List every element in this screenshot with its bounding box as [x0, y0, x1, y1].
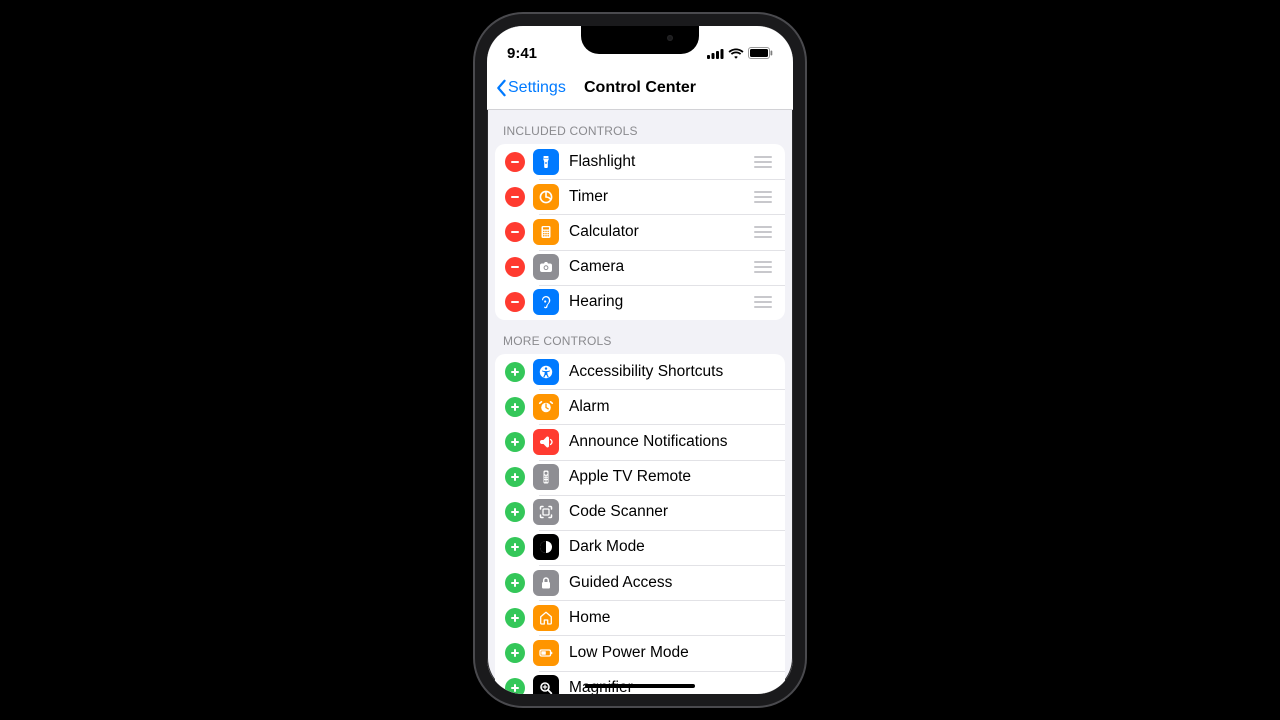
battery-icon [748, 47, 773, 59]
cellular-signal-icon [707, 48, 724, 59]
control-label: Timer [569, 188, 753, 206]
scanner-icon [533, 499, 559, 525]
flashlight-icon [533, 149, 559, 175]
control-row-timer: Timer [495, 179, 785, 214]
drag-handle-icon[interactable] [753, 156, 775, 168]
add-button[interactable] [505, 397, 525, 417]
control-label: Dark Mode [569, 538, 775, 556]
control-row-alarm: Alarm [495, 389, 785, 424]
remove-button[interactable] [505, 222, 525, 242]
control-label: Hearing [569, 293, 753, 311]
control-row-apple-tv-remote: Apple TV Remote [495, 460, 785, 495]
battery-icon [533, 640, 559, 666]
drag-handle-icon[interactable] [753, 226, 775, 238]
control-row-hearing: Hearing [495, 285, 785, 320]
control-row-magnifier: Magnifier [495, 671, 785, 694]
control-row-home: Home [495, 600, 785, 635]
nav-bar: Settings Control Center [487, 66, 793, 110]
ear-icon [533, 289, 559, 315]
control-label: Apple TV Remote [569, 468, 775, 486]
control-row-guided-access: Guided Access [495, 565, 785, 600]
settings-scroll-area[interactable]: INCLUDED CONTROLS Flashlight Timer Calcula… [487, 110, 793, 694]
control-row-dark-mode: Dark Mode [495, 530, 785, 565]
drag-handle-icon[interactable] [753, 261, 775, 273]
remove-button[interactable] [505, 187, 525, 207]
included-controls-group: Flashlight Timer Calculator Camera Hearing [495, 144, 785, 320]
phone-frame: 9:41 Settings Control Center INCLUDED CO… [475, 14, 805, 706]
control-label: Alarm [569, 398, 775, 416]
remote-icon [533, 464, 559, 490]
back-button[interactable]: Settings [495, 79, 566, 97]
control-row-accessibility-shortcuts: Accessibility Shortcuts [495, 354, 785, 389]
add-button[interactable] [505, 573, 525, 593]
darkmode-icon [533, 534, 559, 560]
control-label: Camera [569, 258, 753, 276]
control-row-flashlight: Flashlight [495, 144, 785, 179]
alarm-icon [533, 394, 559, 420]
wifi-icon [728, 48, 744, 59]
add-button[interactable] [505, 467, 525, 487]
magnifier-icon [533, 675, 559, 694]
add-button[interactable] [505, 362, 525, 382]
control-label: Code Scanner [569, 503, 775, 521]
control-row-calculator: Calculator [495, 214, 785, 249]
timer-icon [533, 184, 559, 210]
control-label: Flashlight [569, 153, 753, 171]
control-row-low-power-mode: Low Power Mode [495, 635, 785, 670]
remove-button[interactable] [505, 257, 525, 277]
control-label: Announce Notifications [569, 433, 775, 451]
drag-handle-icon[interactable] [753, 191, 775, 203]
status-time: 9:41 [507, 45, 537, 62]
drag-handle-icon[interactable] [753, 296, 775, 308]
add-button[interactable] [505, 502, 525, 522]
add-button[interactable] [505, 432, 525, 452]
remove-button[interactable] [505, 152, 525, 172]
section-header-included: INCLUDED CONTROLS [487, 110, 793, 144]
home-icon [533, 605, 559, 631]
control-label: Home [569, 609, 775, 627]
control-label: Low Power Mode [569, 644, 775, 662]
control-row-camera: Camera [495, 250, 785, 285]
camera-icon [533, 254, 559, 280]
section-header-more: MORE CONTROLS [487, 320, 793, 354]
control-label: Guided Access [569, 574, 775, 592]
lock-icon [533, 570, 559, 596]
notch [581, 26, 699, 54]
control-label: Calculator [569, 223, 753, 241]
more-controls-group: Accessibility Shortcuts Alarm Announce Not… [495, 354, 785, 694]
add-button[interactable] [505, 643, 525, 663]
back-label: Settings [508, 79, 566, 97]
add-button[interactable] [505, 608, 525, 628]
control-label: Accessibility Shortcuts [569, 363, 775, 381]
announce-icon [533, 429, 559, 455]
calculator-icon [533, 219, 559, 245]
add-button[interactable] [505, 537, 525, 557]
control-row-announce-notifications: Announce Notifications [495, 424, 785, 459]
remove-button[interactable] [505, 292, 525, 312]
home-indicator[interactable] [585, 684, 695, 688]
add-button[interactable] [505, 678, 525, 694]
control-row-code-scanner: Code Scanner [495, 495, 785, 530]
accessibility-icon [533, 359, 559, 385]
chevron-left-icon [495, 79, 507, 97]
